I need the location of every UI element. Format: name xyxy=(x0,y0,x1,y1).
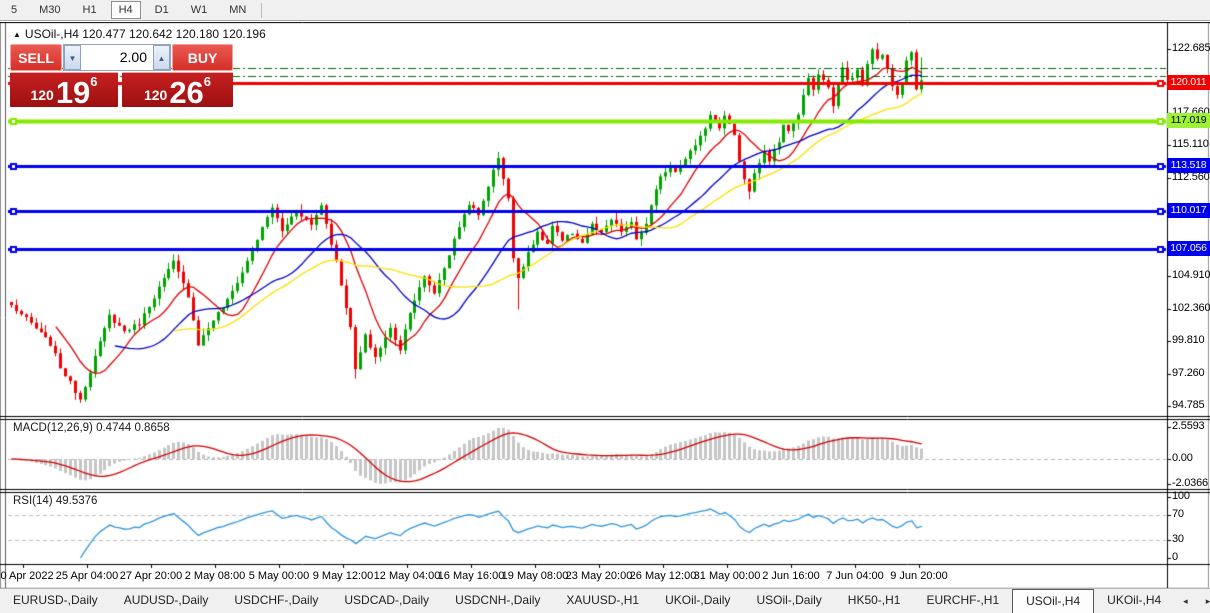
chart-title-text: USOil-,H4 120.477 120.642 120.180 120.19… xyxy=(25,27,266,41)
time-axis-label: 5 May 00:00 xyxy=(249,570,310,582)
timeframe-button-h1[interactable]: H1 xyxy=(75,1,105,19)
time-axis-label: 2 May 08:00 xyxy=(185,570,246,582)
rsi-indicator-label: RSI(14) 49.5376 xyxy=(13,495,97,507)
price-axis-tick-label: 97.260 xyxy=(1172,367,1204,379)
time-axis-label: 27 Apr 20:00 xyxy=(120,570,182,582)
macd-indicator-label: MACD(12,26,9) 0.4744 0.8658 xyxy=(13,422,170,434)
bid-pipette: 6 xyxy=(90,74,97,89)
price-axis-tick-label: 99.810 xyxy=(1172,334,1204,346)
chart-tab-usdcad-daily[interactable]: USDCAD-,Daily xyxy=(331,589,442,613)
price-level-tag: 120.011 xyxy=(1167,75,1210,90)
one-click-trade-widget: SELL ▼ 2.00 ▲ BUY 120 19 6 120 26 6 xyxy=(10,44,233,107)
bid-big-figure: 120 xyxy=(30,87,53,103)
timeframe-button-h4[interactable]: H4 xyxy=(111,1,141,19)
chart-tab-eurchf-h1[interactable]: EURCHF-,H1 xyxy=(913,589,1012,613)
rsi-name: RSI(14) xyxy=(13,495,53,507)
rsi-axis-label: 0 xyxy=(1172,551,1178,563)
trading-app: 5 M30 H1 H4 D1 W1 MN ▲ USOil-,H4 120.477 120.64… xyxy=(0,0,1210,613)
chart-tab-usoil-h4[interactable]: USOil-,H4 xyxy=(1012,589,1094,613)
bid-price-display[interactable]: 120 19 6 xyxy=(10,72,118,107)
tab-scroll-right-icon[interactable]: ▸ xyxy=(1197,596,1210,607)
price-level-tag: 113.518 xyxy=(1167,158,1210,173)
symbol-marker-icon: ▲ xyxy=(13,30,21,39)
volume-increase-button[interactable]: ▲ xyxy=(153,45,170,70)
time-axis-label: 12 May 04:00 xyxy=(374,570,441,582)
chart-tab-hk50-h1[interactable]: HK50-,H1 xyxy=(835,589,914,613)
tab-scroll-nav: ◂▸ xyxy=(1174,589,1210,613)
time-axis-label: 26 May 12:00 xyxy=(630,570,697,582)
price-axis-tick-label: 112.560 xyxy=(1172,171,1210,183)
chart-tab-usoil-daily[interactable]: USOil-,Daily xyxy=(743,589,834,613)
chart-tab-eurusd-daily[interactable]: EURUSD-,Daily xyxy=(0,589,111,613)
time-axis-label: 16 May 16:00 xyxy=(438,570,505,582)
toolbar-separator xyxy=(261,3,262,18)
chart-tab-usdchf-daily[interactable]: USDCHF-,Daily xyxy=(221,589,331,613)
price-axis-tick-label: 94.785 xyxy=(1172,399,1204,411)
timeframe-button-5[interactable]: 5 xyxy=(3,1,25,19)
chart-tab-usdcnh-daily[interactable]: USDCNH-,Daily xyxy=(442,589,553,613)
rsi-axis-label: 100 xyxy=(1172,490,1190,502)
time-axis-label: 2 Jun 16:00 xyxy=(762,570,820,582)
ask-pips: 26 xyxy=(169,80,203,105)
time-axis-label: 23 May 20:00 xyxy=(566,570,633,582)
macd-name: MACD(12,26,9) xyxy=(13,422,93,434)
rsi-axis-label: 70 xyxy=(1172,508,1184,520)
price-level-tag: 110.017 xyxy=(1167,203,1210,218)
macd-axis-label: 0.00 xyxy=(1172,452,1193,464)
time-axis-label: 9 May 12:00 xyxy=(313,570,374,582)
chart-tab-ukoil-daily[interactable]: UKOil-,Daily xyxy=(652,589,743,613)
price-level-tag: 107.056 xyxy=(1167,241,1210,256)
price-axis-tick-label: 115.110 xyxy=(1172,138,1209,150)
timeframe-button-m30[interactable]: M30 xyxy=(31,1,68,19)
macd-axis-label: -2.0366 xyxy=(1172,477,1208,489)
tab-scroll-left-icon[interactable]: ◂ xyxy=(1174,596,1197,607)
volume-stepper: ▼ 2.00 ▲ xyxy=(63,44,171,71)
time-axis-label: 20 Apr 2022 xyxy=(0,570,54,582)
ask-pipette: 6 xyxy=(204,74,211,89)
ask-price-display[interactable]: 120 26 6 xyxy=(122,72,233,107)
macd-axis-label: 2.5593 xyxy=(1172,420,1204,432)
sell-button[interactable]: SELL xyxy=(10,44,62,71)
volume-decrease-button[interactable]: ▼ xyxy=(64,45,81,70)
buy-button[interactable]: BUY xyxy=(172,44,233,71)
rsi-value: 49.5376 xyxy=(56,495,98,507)
time-axis-label: 7 Jun 04:00 xyxy=(826,570,884,582)
trade-row: SELL ▼ 2.00 ▲ BUY xyxy=(10,44,233,72)
time-axis-label: 9 Jun 20:00 xyxy=(890,570,948,582)
time-axis-label: 25 Apr 04:00 xyxy=(56,570,118,582)
chart-tab-xauusd-h1[interactable]: XAUUSD-,H1 xyxy=(553,589,652,613)
volume-field[interactable]: 2.00 xyxy=(81,45,153,70)
bid-pips: 19 xyxy=(56,80,90,105)
rsi-axis-label: 30 xyxy=(1172,533,1184,545)
price-axis-tick-label: 102.360 xyxy=(1172,302,1210,314)
chart-title: ▲ USOil-,H4 120.477 120.642 120.180 120.1… xyxy=(13,27,266,41)
chart-tab-ukoil-h4[interactable]: UKOil-,H4 xyxy=(1094,589,1174,613)
price-axis-tick-label: 104.910 xyxy=(1172,269,1210,281)
timeframe-button-d1[interactable]: D1 xyxy=(147,1,177,19)
time-axis-label: 19 May 08:00 xyxy=(502,570,569,582)
timeframe-button-w1[interactable]: W1 xyxy=(183,1,216,19)
time-axis-label: 31 May 00:00 xyxy=(694,570,761,582)
price-chart-canvas[interactable] xyxy=(0,22,1210,613)
timeframe-toolbar: 5 M30 H1 H4 D1 W1 MN xyxy=(0,0,1210,21)
chart-tab-bar: EURUSD-,DailyAUDUSD-,DailyUSDCHF-,DailyU… xyxy=(0,588,1210,613)
chart-tab-audusd-daily[interactable]: AUDUSD-,Daily xyxy=(111,589,222,613)
chart-window: ▲ USOil-,H4 120.477 120.642 120.180 120.1… xyxy=(0,22,1210,613)
price-level-tag: 117.019 xyxy=(1167,113,1210,128)
timeframe-button-mn[interactable]: MN xyxy=(221,1,254,19)
macd-values: 0.4744 0.8658 xyxy=(96,422,170,434)
price-axis-tick-label: 122.685 xyxy=(1172,42,1210,54)
ask-big-figure: 120 xyxy=(144,87,167,103)
